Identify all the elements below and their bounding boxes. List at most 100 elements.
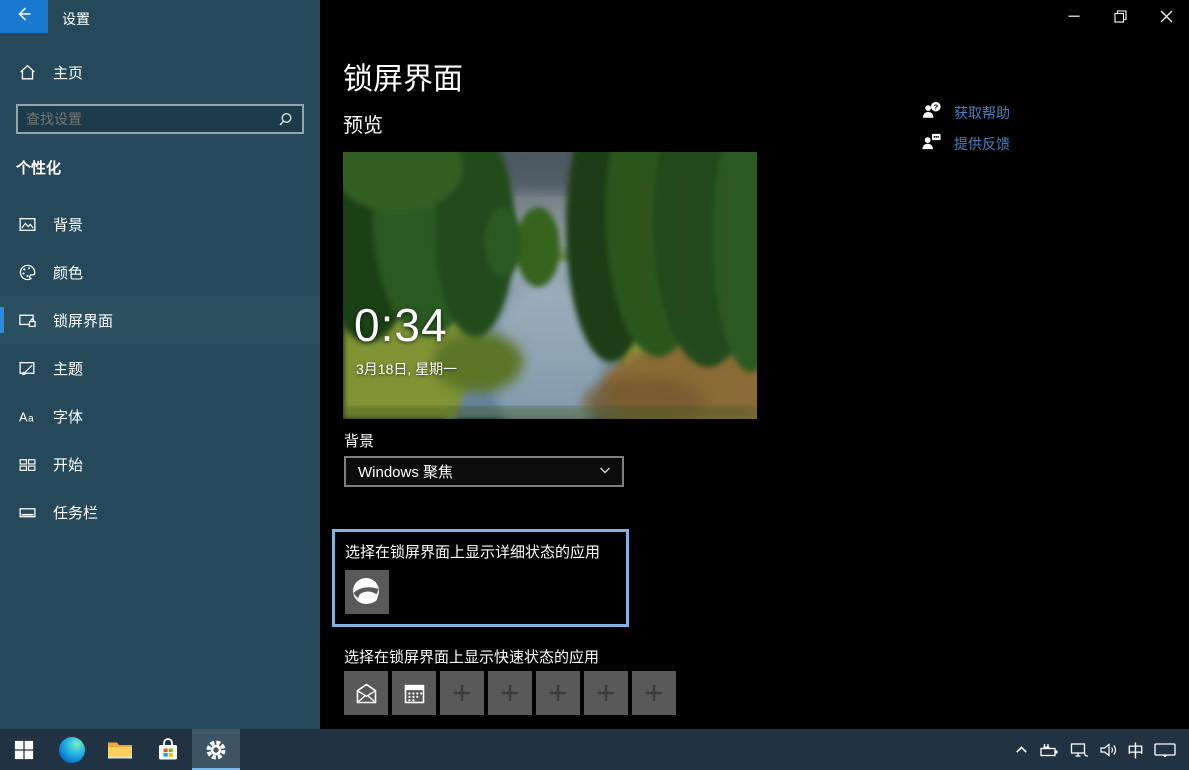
quick-status-apps bbox=[344, 671, 676, 715]
add-app-icon bbox=[597, 684, 615, 702]
sidebar-item-lock-screen[interactable]: 锁屏界面 bbox=[0, 296, 320, 344]
file-explorer-icon bbox=[108, 742, 132, 758]
system-tray: 中 bbox=[1013, 729, 1177, 770]
get-help-label: 获取帮助 bbox=[954, 105, 1010, 121]
svg-text:a: a bbox=[28, 413, 34, 424]
restore-icon bbox=[1113, 9, 1127, 23]
sidebar-item-label: 锁屏界面 bbox=[53, 312, 114, 330]
windows-logo-icon bbox=[14, 740, 34, 759]
calendar-app-button[interactable] bbox=[392, 671, 436, 715]
volume-button[interactable] bbox=[1098, 741, 1118, 759]
add-app-button[interactable] bbox=[536, 671, 580, 715]
battery-button[interactable] bbox=[1039, 741, 1060, 759]
weather-app-icon bbox=[353, 578, 379, 604]
preview-label: 预览 bbox=[343, 115, 383, 137]
send-feedback-label: 提供反馈 bbox=[954, 136, 1010, 152]
sidebar-item-background[interactable]: 背景 bbox=[0, 200, 320, 248]
section-title-personalization: 个性化 bbox=[16, 160, 62, 177]
sidebar-item-label: 颜色 bbox=[53, 264, 84, 282]
sidebar-item-label: 主题 bbox=[53, 360, 84, 378]
sidebar-item-fonts[interactable]: Aa 字体 bbox=[0, 392, 320, 440]
send-feedback-link[interactable]: 提供反馈 bbox=[920, 130, 1010, 158]
add-app-icon bbox=[549, 684, 567, 702]
settings-button[interactable] bbox=[192, 729, 240, 770]
svg-text:A: A bbox=[19, 410, 28, 424]
search-icon[interactable] bbox=[277, 111, 302, 128]
colors-palette-icon bbox=[17, 262, 37, 282]
sidebar-nav: 背景 颜色 锁屏界面 主题 A a 字体 开始 任务栏 bbox=[0, 200, 320, 536]
chevron-down-icon bbox=[598, 463, 612, 481]
detailed-status-group: 选择在锁屏界面上显示详细状态的应用 bbox=[332, 529, 629, 627]
back-button[interactable] bbox=[0, 0, 48, 33]
preview-date: 3月18日, 星期一 bbox=[356, 361, 458, 377]
add-app-button[interactable] bbox=[632, 671, 676, 715]
add-app-icon bbox=[453, 684, 471, 702]
gear-icon bbox=[206, 740, 226, 759]
add-app-button[interactable] bbox=[440, 671, 484, 715]
sidebar-item-label: 任务栏 bbox=[53, 504, 99, 522]
add-app-button[interactable] bbox=[584, 671, 628, 715]
sidebar-item-taskbar[interactable]: 任务栏 bbox=[0, 488, 320, 536]
background-select-value: Windows 聚焦 bbox=[358, 464, 454, 481]
background-select[interactable]: Windows 聚焦 bbox=[344, 456, 624, 487]
lock-screen-preview: 0:34 3月18日, 星期一 bbox=[343, 152, 757, 419]
network-button[interactable] bbox=[1069, 741, 1089, 759]
weather-app-button[interactable] bbox=[345, 570, 389, 614]
arrow-left-icon bbox=[14, 4, 34, 29]
sidebar: 设置 主页 个性化 背景 bbox=[0, 0, 320, 729]
app-title: 设置 bbox=[62, 11, 90, 27]
get-help-link[interactable]: ? 获取帮助 bbox=[920, 99, 1010, 127]
edge-button[interactable] bbox=[48, 729, 96, 770]
ime-indicator[interactable]: 中 bbox=[1127, 737, 1144, 762]
battery-plug-icon bbox=[1040, 743, 1058, 756]
store-icon bbox=[159, 737, 177, 759]
sidebar-item-label: 字体 bbox=[53, 408, 84, 426]
add-app-icon bbox=[501, 684, 519, 702]
sidebar-item-colors[interactable]: 颜色 bbox=[0, 248, 320, 296]
add-app-icon bbox=[645, 684, 663, 702]
edge-icon bbox=[59, 736, 85, 763]
detailed-status-label: 选择在锁屏界面上显示详细状态的应用 bbox=[345, 544, 601, 561]
sidebar-item-themes[interactable]: 主题 bbox=[0, 344, 320, 392]
close-button[interactable] bbox=[1143, 0, 1189, 32]
start-layout-icon bbox=[17, 454, 37, 474]
taskbar-rect-icon bbox=[17, 502, 37, 522]
restore-button[interactable] bbox=[1097, 0, 1143, 32]
mail-app-icon bbox=[356, 683, 376, 703]
feedback-icon bbox=[920, 130, 943, 158]
touch-keyboard-icon bbox=[1154, 742, 1176, 757]
themes-icon bbox=[17, 358, 37, 378]
search-box[interactable] bbox=[16, 104, 304, 134]
page-title: 锁屏界面 bbox=[343, 63, 463, 96]
store-button[interactable] bbox=[144, 729, 192, 770]
window-controls bbox=[1051, 0, 1189, 32]
search-input[interactable] bbox=[18, 111, 277, 127]
speaker-icon bbox=[1100, 742, 1116, 757]
background-image-icon bbox=[17, 214, 37, 234]
tray-expand-button[interactable] bbox=[1013, 741, 1030, 758]
file-explorer-button[interactable] bbox=[96, 729, 144, 770]
lock-screen-icon bbox=[17, 310, 37, 330]
background-label: 背景 bbox=[344, 433, 375, 450]
detailed-status-apps bbox=[345, 570, 626, 614]
network-icon bbox=[1070, 742, 1089, 757]
preview-time: 0:34 bbox=[354, 299, 448, 351]
mail-app-button[interactable] bbox=[344, 671, 388, 715]
get-help-icon: ? bbox=[920, 99, 943, 127]
quick-status-label: 选择在锁屏界面上显示快速状态的应用 bbox=[344, 649, 600, 666]
home-icon bbox=[17, 62, 37, 82]
sidebar-item-label: 主页 bbox=[53, 64, 84, 82]
chevron-up-icon bbox=[1016, 746, 1027, 753]
svg-text:?: ? bbox=[933, 102, 938, 111]
add-app-button[interactable] bbox=[488, 671, 532, 715]
fonts-icon: Aa bbox=[17, 406, 37, 426]
sidebar-item-start[interactable]: 开始 bbox=[0, 440, 320, 488]
settings-window: 设置 主页 个性化 背景 bbox=[0, 0, 1189, 770]
minimize-button[interactable] bbox=[1051, 0, 1097, 32]
close-icon bbox=[1160, 10, 1172, 22]
taskbar bbox=[0, 729, 1189, 770]
touch-keyboard-button[interactable] bbox=[1153, 740, 1177, 760]
sidebar-item-label: 背景 bbox=[53, 216, 84, 234]
sidebar-item-home[interactable]: 主页 bbox=[0, 48, 320, 96]
start-button[interactable] bbox=[0, 729, 48, 770]
